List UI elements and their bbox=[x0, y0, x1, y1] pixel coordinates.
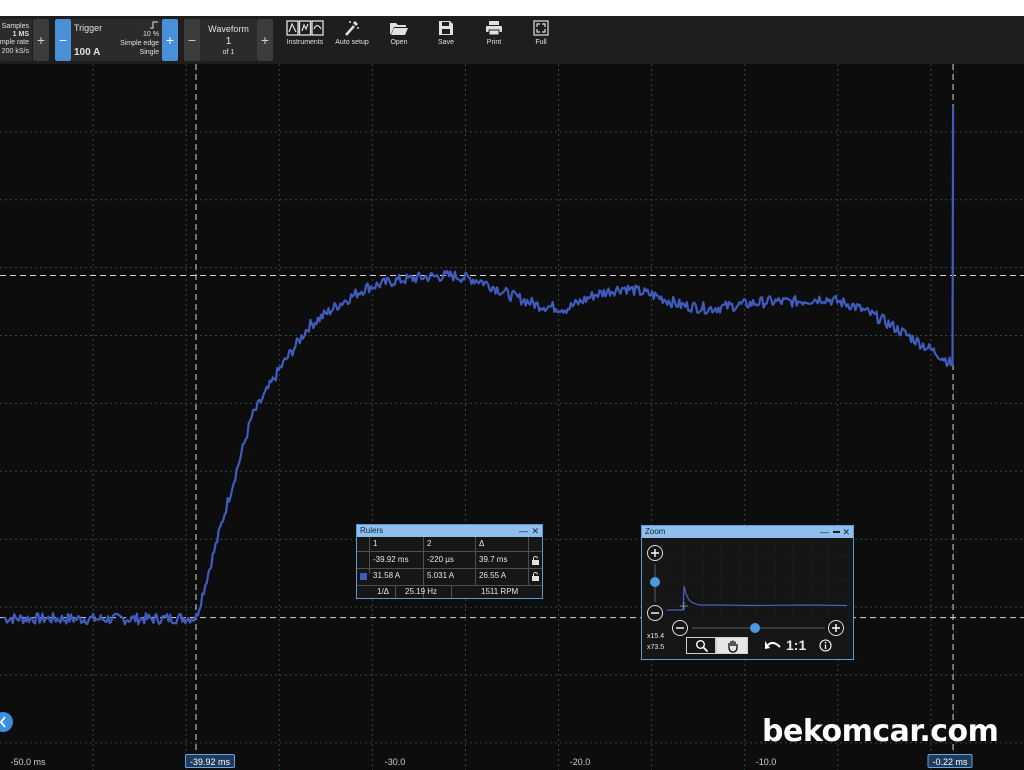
waveform-plot[interactable] bbox=[0, 64, 1024, 770]
amp-delta-value: 26.55 A bbox=[479, 571, 507, 580]
waveform-title: Waveform bbox=[208, 24, 249, 34]
instruments-label: Instruments bbox=[286, 39, 324, 46]
amp-ruler-2-value[interactable]: 5.031 A bbox=[427, 569, 454, 583]
scope-view[interactable]: -50.0 ms -30.0 -20.0 -10.0 -39.92 ms -0.… bbox=[0, 64, 1024, 770]
trigger-mode: Simple edge bbox=[120, 40, 159, 47]
rising-edge-icon bbox=[150, 21, 158, 29]
trigger-repeat: Single bbox=[139, 49, 159, 56]
lock-icon[interactable] bbox=[531, 556, 540, 565]
time-ruler-2-value[interactable]: -220 µs bbox=[427, 553, 454, 567]
trigger-plus-button[interactable]: + bbox=[162, 19, 178, 61]
trigger-panel[interactable]: Trigger 100 A 10 % Simple edge Single bbox=[71, 19, 162, 61]
waveform-count: of 1 bbox=[222, 49, 235, 56]
samples-label: Samples bbox=[1, 23, 29, 30]
samples-value: 1 MS bbox=[12, 31, 29, 38]
full-label: Full bbox=[535, 39, 547, 46]
sample-rate-value: 200 kS/s bbox=[1, 48, 29, 55]
zoom-out-horizontal-button[interactable] bbox=[672, 620, 688, 636]
zoom-out-vertical-button[interactable] bbox=[647, 605, 663, 621]
zoom-out-icon bbox=[676, 627, 684, 629]
fullscreen-icon bbox=[533, 20, 549, 36]
zoom-panel[interactable]: Zoom — ▬ ✕ x15.4 x73.5 1:1 bbox=[641, 525, 854, 660]
full-button[interactable]: Full bbox=[515, 20, 567, 46]
rpm-value: 1511 RPM bbox=[481, 587, 519, 596]
trigger-title: Trigger bbox=[74, 23, 103, 33]
open-button[interactable]: Open bbox=[373, 20, 425, 46]
zoom-in-vertical-button[interactable] bbox=[647, 545, 663, 561]
zoom-maximize-button[interactable]: ▬ bbox=[833, 526, 840, 538]
trigger-percent: 10 % bbox=[143, 31, 159, 38]
zoom-in-icon bbox=[651, 549, 659, 557]
rulers-title-bar[interactable]: Rulers — ✕ bbox=[357, 525, 542, 537]
rulers-header-1: 1 bbox=[373, 539, 378, 548]
x-tick-label: -10.0 bbox=[755, 757, 777, 767]
rulers-panel[interactable]: Rulers — ✕ 1 2 Δ -39.92 ms -220 µs 39.7 … bbox=[356, 524, 543, 599]
lock-icon[interactable] bbox=[531, 572, 540, 581]
x-tick-label: -30.0 bbox=[384, 757, 406, 767]
rulers-close-button[interactable]: ✕ bbox=[531, 525, 539, 537]
x-tick-label: -50.0 ms bbox=[10, 757, 46, 767]
trigger-minus-button[interactable]: − bbox=[55, 19, 71, 61]
toolbar: Samples 1 MS imple rate 200 kS/s + − Tri… bbox=[0, 16, 1024, 64]
samples-panel[interactable]: Samples 1 MS imple rate 200 kS/s bbox=[0, 19, 32, 61]
save-label: Save bbox=[438, 39, 454, 46]
time-ruler-1-value[interactable]: -39.92 ms bbox=[373, 553, 409, 567]
open-label: Open bbox=[390, 39, 408, 46]
save-button[interactable]: Save bbox=[420, 20, 472, 46]
instruments-button[interactable]: Instruments bbox=[279, 20, 331, 46]
zoom-mode-button[interactable] bbox=[686, 637, 716, 654]
magnifier-icon bbox=[696, 640, 709, 653]
waveform-number: 1 bbox=[225, 36, 232, 47]
x-tick-label: -20.0 bbox=[569, 757, 591, 767]
info-icon[interactable] bbox=[819, 639, 832, 652]
auto-setup-label: Auto setup bbox=[335, 39, 369, 46]
time-delta-value: 39.7 ms bbox=[479, 555, 508, 564]
pan-mode-button[interactable] bbox=[716, 637, 748, 654]
zoom-close-button[interactable]: ✕ bbox=[842, 526, 850, 538]
waveform-plus-button[interactable]: + bbox=[257, 19, 273, 61]
print-icon bbox=[486, 21, 502, 36]
zoom-in-horizontal-button[interactable] bbox=[828, 620, 844, 636]
rulers-header-2: 2 bbox=[427, 539, 432, 548]
zoom-x-factor: x15.4 bbox=[647, 633, 665, 640]
time-ruler-1-tag[interactable]: -39.92 ms bbox=[184, 754, 236, 768]
rulers-minimize-button[interactable]: — bbox=[519, 525, 528, 537]
zoom-title-bar[interactable]: Zoom — ▬ ✕ bbox=[642, 526, 853, 538]
zoom-minimize-button[interactable]: — bbox=[820, 526, 829, 538]
zoom-in-icon bbox=[832, 624, 840, 632]
print-button[interactable]: Print bbox=[468, 20, 520, 46]
sample-rate-label: imple rate bbox=[0, 39, 29, 46]
time-ruler-2-tag[interactable]: -0.22 ms bbox=[927, 754, 973, 768]
folder-open-icon bbox=[390, 23, 408, 35]
auto-setup-button[interactable]: Auto setup bbox=[326, 20, 378, 46]
amp-ruler-1-value[interactable]: 31.58 A bbox=[373, 569, 400, 583]
rulers-header-delta: Δ bbox=[479, 539, 485, 548]
rulers-title: Rulers bbox=[360, 526, 384, 535]
samples-plus-button[interactable]: + bbox=[33, 19, 49, 61]
frequency-value: 25.19 Hz bbox=[405, 587, 438, 596]
save-icon bbox=[439, 21, 453, 35]
horizontal-zoom-thumb[interactable] bbox=[749, 623, 760, 633]
waveform-minus-button[interactable]: − bbox=[184, 19, 200, 61]
zoom-y-factor: x73.5 bbox=[647, 644, 665, 651]
instruments-icon bbox=[286, 20, 324, 36]
auto-setup-icon bbox=[345, 21, 359, 36]
channel-a-swatch bbox=[360, 573, 367, 580]
scroll-left-button[interactable] bbox=[0, 712, 13, 732]
undo-icon[interactable] bbox=[764, 639, 782, 653]
zoom-out-icon bbox=[651, 612, 659, 614]
zoom-title: Zoom bbox=[645, 527, 666, 536]
chevron-left-icon bbox=[0, 716, 6, 728]
plot-grid bbox=[0, 64, 1024, 770]
vertical-zoom-thumb[interactable] bbox=[650, 576, 660, 587]
watermark-logo: bekomcar.com bbox=[762, 714, 999, 749]
trigger-value: 100 A bbox=[74, 47, 101, 58]
zoom-ratio-button[interactable]: 1:1 bbox=[786, 636, 806, 654]
rulers-layer bbox=[0, 64, 1024, 756]
waveform-panel[interactable]: Waveform 1 of 1 bbox=[200, 19, 257, 61]
zoom-overview[interactable] bbox=[667, 542, 847, 620]
pan-hand-icon bbox=[728, 640, 738, 653]
print-label: Print bbox=[486, 39, 502, 46]
frequency-label: 1/Δ bbox=[377, 587, 390, 596]
